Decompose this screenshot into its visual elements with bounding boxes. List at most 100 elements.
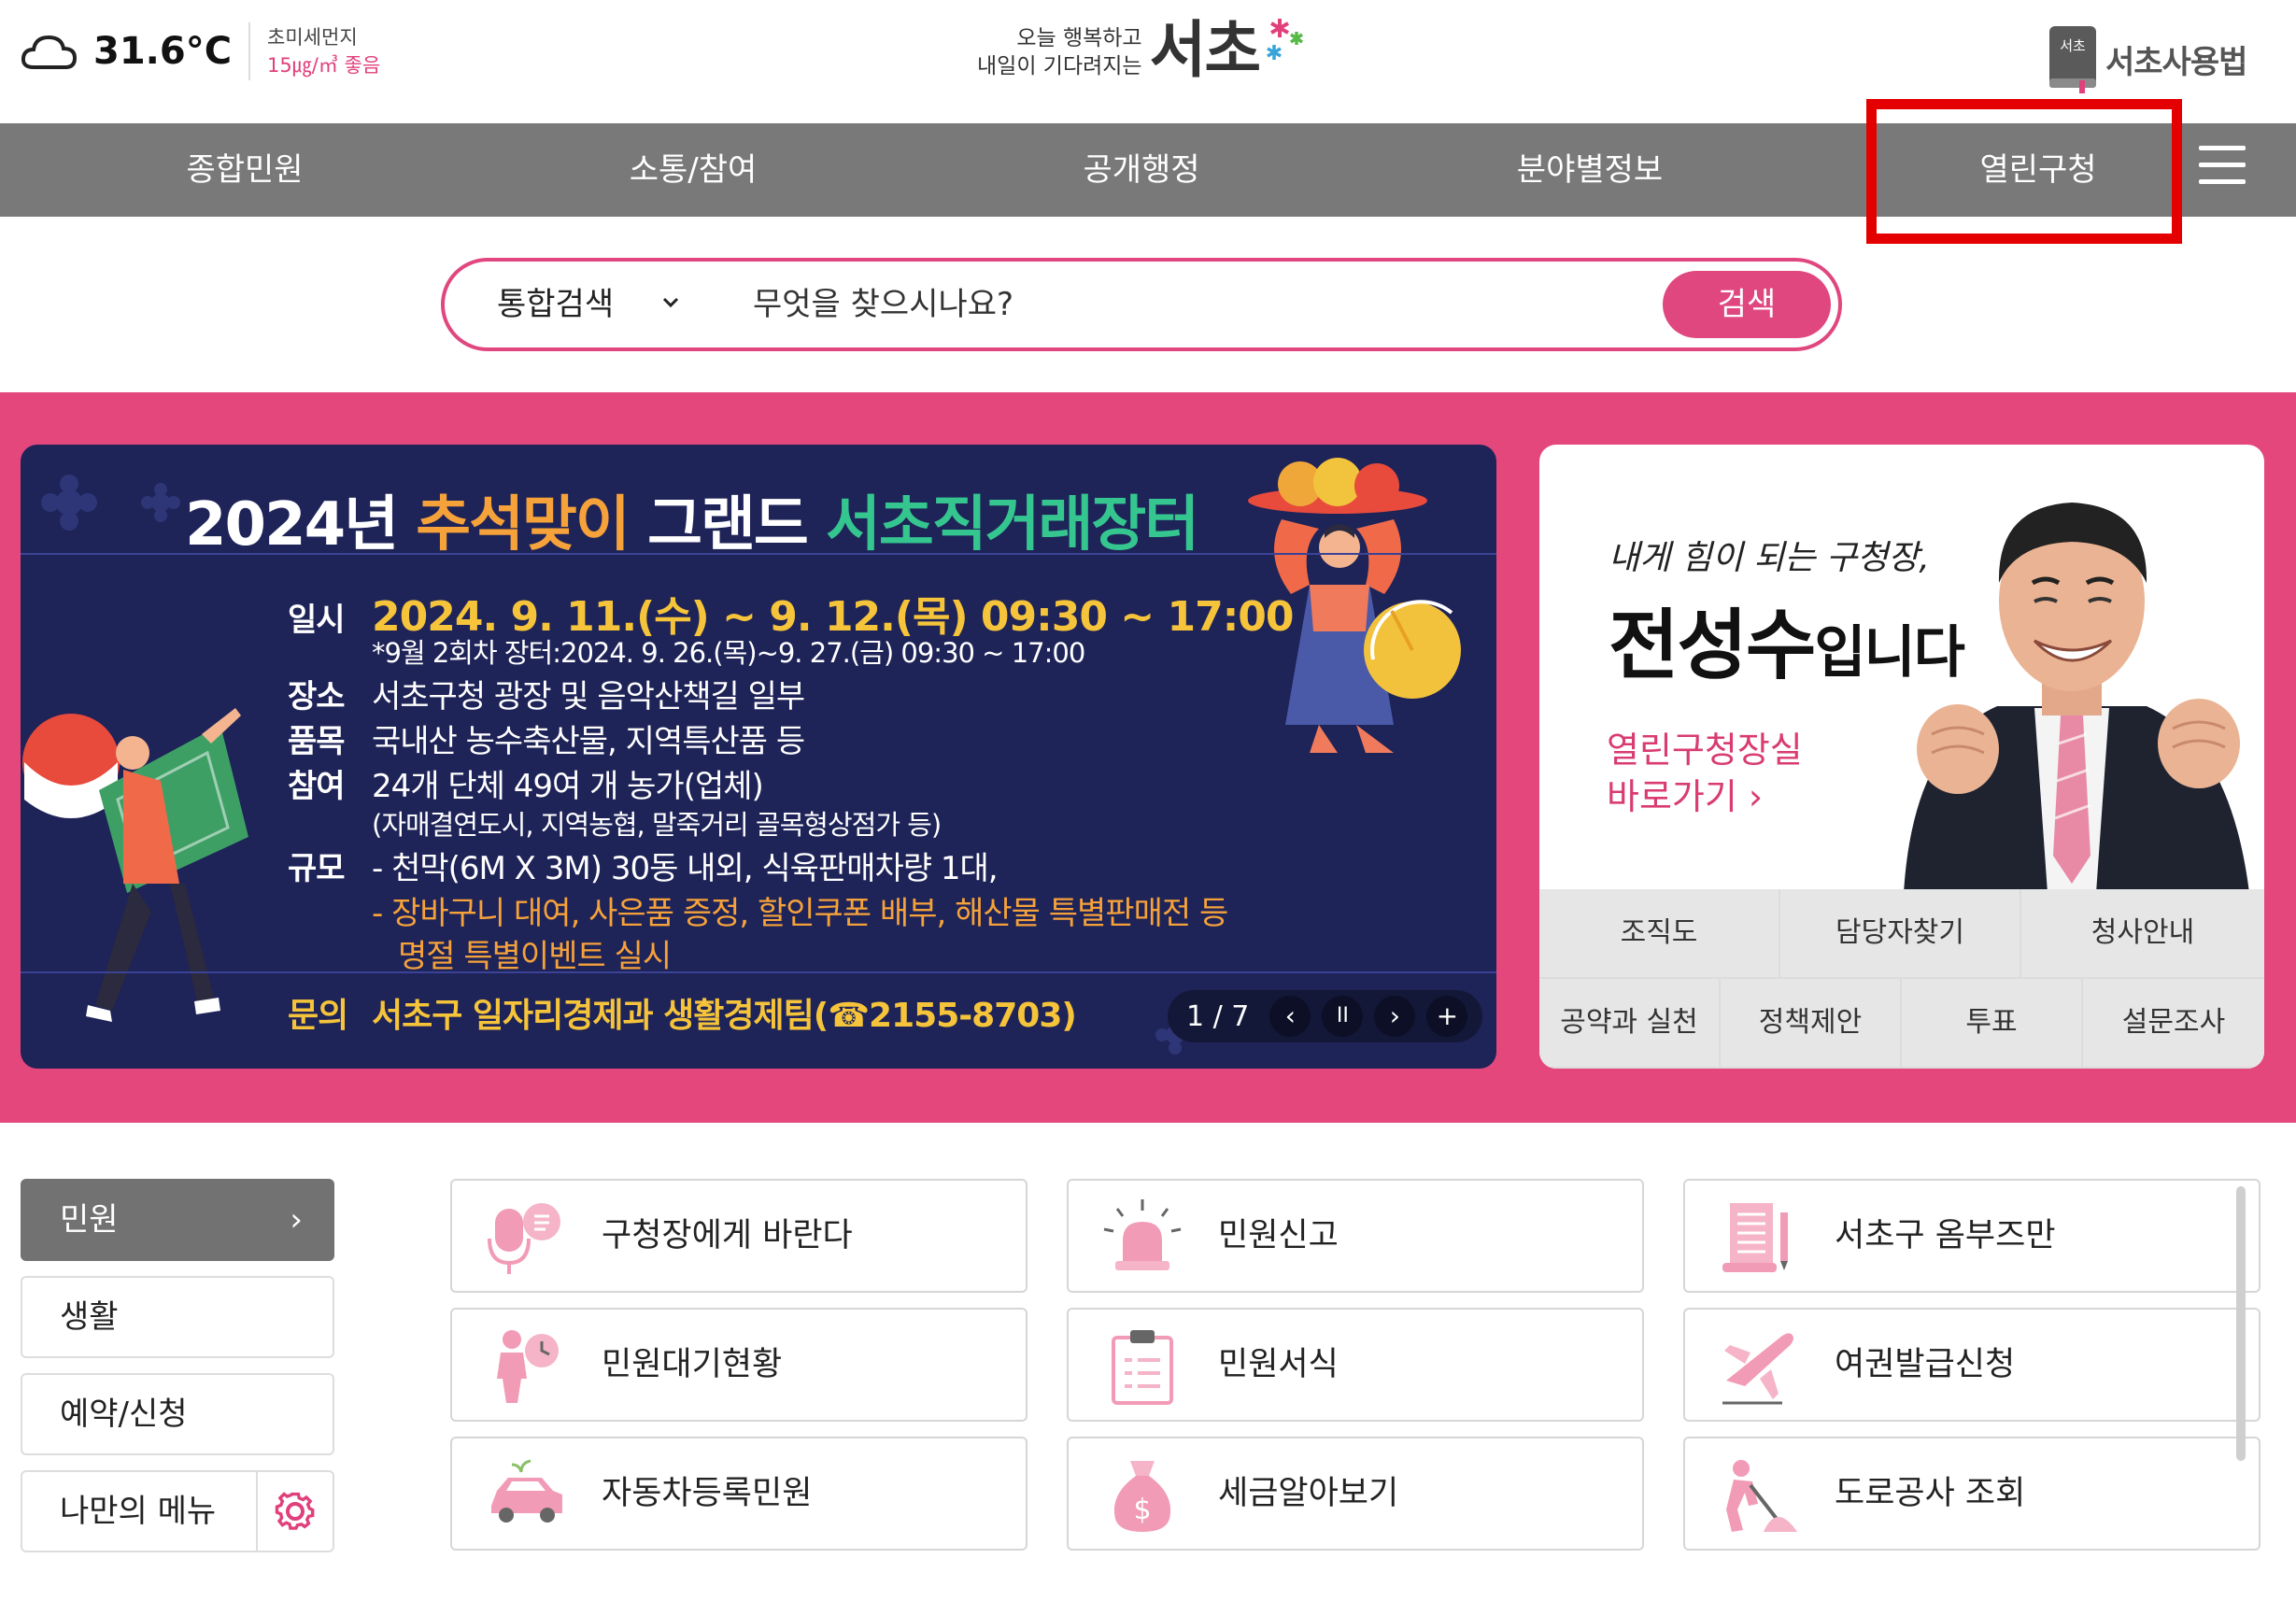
banner-place-label: 장소 (288, 678, 346, 715)
cloud-icon (21, 35, 78, 69)
quick-link-staff-search[interactable]: 담당자찾기 (1780, 889, 2020, 977)
logo-brand: 서초 (1149, 14, 1261, 86)
document-icon (1722, 1203, 1788, 1272)
card-label: 도로공사 조회 (1835, 1475, 2026, 1512)
banner-rule-bottom (21, 971, 1496, 973)
card-label: 민원서식 (1218, 1346, 1339, 1383)
prev-slide-button[interactable]: ‹ (1269, 996, 1311, 1037)
banner-join-note: (자매결연도시, 지역농협, 말죽거리 골목형상점가 등) (372, 809, 942, 841)
money-bag-icon: $ (1113, 1461, 1171, 1532)
card-mayor-petition[interactable]: 구청장에게 바란다 (450, 1179, 1028, 1293)
banner-contact-row: 문의 서초구 일자리경제과 생활경제팀(☎2155-8703) (288, 988, 1077, 1037)
banner-scale-value1: - 천막(6M X 3M) 30동 내외, 식육판매차량 1대, (372, 850, 999, 887)
banner-place-value: 서초구청 광장 및 음악산책길 일부 (372, 678, 805, 715)
card-waiting-status[interactable]: 민원대기현황 (450, 1308, 1028, 1422)
banner-scale-label: 규모 (288, 850, 346, 887)
quick-link-pledges[interactable]: 공약과 실천 (1539, 979, 1719, 1067)
card-ombudsman[interactable]: 서초구 옴부즈만 (1683, 1179, 2261, 1293)
tab-my-menu[interactable]: 나만의 메뉴 (21, 1470, 334, 1552)
banner-items-row: 품목 국내산 농수축산물, 지역특산품 등 (288, 715, 805, 761)
card-label: 구청장에게 바란다 (602, 1217, 853, 1254)
mayor-office-link-line1: 열린구청장실 (1607, 730, 1803, 771)
more-banners-button[interactable]: + (1426, 996, 1468, 1037)
banner-scale-value3: 명절 특별이벤트 실시 (398, 930, 672, 976)
fine-dust-info: 초미세먼지 15㎍/㎥ 좋음 (267, 23, 380, 79)
guide-logo-text: 서초사용법 (2105, 43, 2247, 81)
waiting-person-icon (497, 1330, 559, 1403)
card-passport[interactable]: 여권발급신청 (1683, 1308, 2261, 1422)
banner-items-label: 품목 (288, 723, 346, 760)
book-icon: 서초 (2049, 26, 2096, 93)
banner-rule-top (21, 553, 1496, 555)
tab-life-label: 생활 (60, 1298, 119, 1336)
fine-dust-value: 15㎍/㎥ 좋음 (267, 54, 381, 77)
airplane-icon (1722, 1333, 1793, 1405)
seocho-logo[interactable]: 오늘 행복하고 내일이 기다려지는 서초 (977, 13, 1308, 88)
quick-link-org-chart[interactable]: 조직도 (1539, 889, 1779, 977)
banner-join-label: 참여 (288, 768, 346, 805)
tab-my-menu-label: 나만의 메뉴 (60, 1493, 217, 1530)
weather-widget: 31.6°C 초미세먼지 15㎍/㎥ 좋음 (21, 22, 380, 80)
search-button[interactable]: 검색 (1663, 271, 1831, 338)
menu-icon[interactable] (2199, 146, 2246, 192)
mayor-office-link[interactable]: 열린구청장실 바로가기 › (1607, 727, 1803, 820)
banner-contact-value: 서초구 일자리경제과 생활경제팀(☎2155-8703) (372, 997, 1077, 1035)
search-input[interactable] (753, 278, 1547, 331)
banner-scale-value2: - 장바구니 대여, 사은품 증정, 할인쿠폰 배부, 해산물 특별판매전 등 (372, 887, 1228, 933)
tab-civil[interactable]: 민원 › (21, 1179, 334, 1261)
banner-title-market: 서초직거래장터 (826, 490, 1199, 560)
card-civil-forms[interactable]: 민원서식 (1067, 1308, 1644, 1422)
mayor-card: 내게 힘이 되는 구청장, 전성수입니다 열린구청장실 바로가기 › 조직도 담… (1539, 445, 2264, 1069)
chevron-down-icon[interactable] (659, 291, 682, 314)
card-tax-info[interactable]: $ 세금알아보기 (1067, 1437, 1644, 1551)
gnb-item-civil-service[interactable]: 종합민원 (21, 123, 469, 217)
microphone-icon (488, 1203, 560, 1274)
next-slide-button[interactable]: › (1374, 996, 1416, 1037)
gnb-item-open-administration[interactable]: 공개행정 (917, 123, 1366, 217)
logo-slogan-line1: 오늘 행복하고 (1016, 26, 1142, 50)
gnb-item-open-office[interactable]: 열린구청 (1814, 123, 2262, 217)
quick-link-policy-proposal[interactable]: 정책제안 (1721, 979, 1900, 1067)
quick-menu-scrollbar[interactable] (2236, 1186, 2246, 1461)
mayor-name-text: 전성수 (1609, 602, 1816, 690)
card-label: 여권발급신청 (1835, 1346, 2016, 1383)
tab-civil-label: 민원 (60, 1201, 119, 1239)
event-banner[interactable]: 2024년 추석맞이 그랜드 서초직거래장터 일시 2024. 9. 11.(수)… (21, 445, 1496, 1069)
banner-scale-value3-text: 명절 특별이벤트 실시 (398, 938, 672, 975)
card-vehicle-registration[interactable]: 자동차등록민원 (450, 1437, 1028, 1551)
integrated-search: 통합검색 검색 (441, 258, 1842, 351)
gear-icon[interactable] (256, 1472, 333, 1551)
temperature: 31.6°C (93, 30, 233, 73)
card-road-work[interactable]: 도로공사 조회 (1683, 1437, 2261, 1551)
banner-title-year: 2024년 (185, 490, 417, 560)
banner-page-indicator: 1 / 7 (1186, 999, 1250, 1033)
gnb-item-field-info[interactable]: 분야별정보 (1366, 123, 1814, 217)
card-label: 민원신고 (1218, 1217, 1339, 1254)
chevron-right-icon: › (290, 1201, 303, 1239)
banner-controls: 1 / 7 ‹ II › + (1168, 990, 1483, 1042)
pause-slide-button[interactable]: II (1322, 996, 1364, 1037)
quick-link-vote[interactable]: 투표 (1902, 979, 2081, 1067)
logo-slogan: 오늘 행복하고 내일이 기다려지는 (977, 24, 1142, 80)
banner-date-note: *9월 2회차 장터:2024. 9. 26.(목)~9. 27.(금) 09:… (372, 637, 1085, 669)
banner-place-row: 장소 서초구청 광장 및 음악산책길 일부 (288, 671, 805, 716)
main-navigation: 종합민원 소통/참여 공개행정 분야별정보 열린구청 (0, 123, 2296, 217)
banner-title-grand: 그랜드 (628, 490, 827, 560)
card-label: 자동차등록민원 (602, 1475, 813, 1512)
quick-link-building-guide[interactable]: 청사안내 (2021, 889, 2264, 977)
mayor-quick-links: 조직도 담당자찾기 청사안내 공약과 실천 정책제안 투표 설문조사 (1539, 889, 2264, 1069)
search-scope-select[interactable]: 통합검색 (497, 262, 614, 347)
weather-divider (248, 22, 251, 80)
gnb-item-communication[interactable]: 소통/참여 (469, 123, 917, 217)
svg-text:$: $ (1133, 1494, 1151, 1526)
card-civil-report[interactable]: 민원신고 (1067, 1179, 1644, 1293)
clipboard-icon (1112, 1330, 1173, 1405)
card-label: 세금알아보기 (1218, 1475, 1399, 1512)
seocho-guide-logo[interactable]: 서초 서초사용법 (2046, 24, 2247, 93)
site-header: 31.6°C 초미세먼지 15㎍/㎥ 좋음 오늘 행복하고 내일이 기다려지는 … (0, 0, 2296, 123)
tab-life[interactable]: 생활 (21, 1276, 334, 1358)
road-work-icon (1726, 1460, 1797, 1532)
card-label: 서초구 옴부즈만 (1835, 1217, 2056, 1254)
quick-link-survey[interactable]: 설문조사 (2083, 979, 2264, 1067)
tab-reservation[interactable]: 예약/신청 (21, 1373, 334, 1455)
